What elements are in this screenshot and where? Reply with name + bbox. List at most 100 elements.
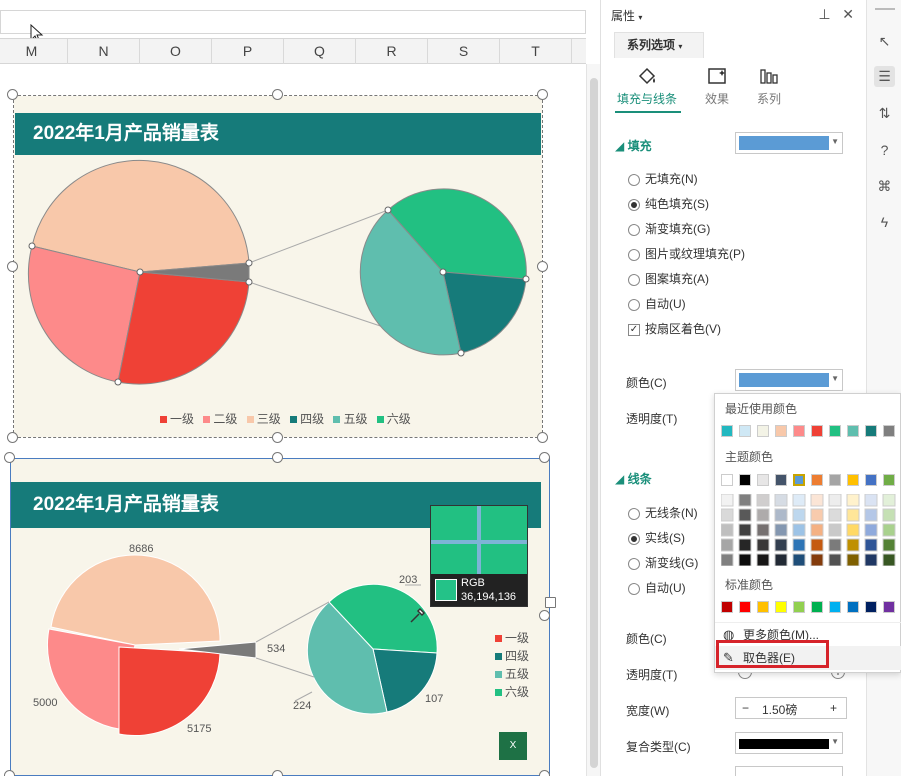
color-swatch[interactable] xyxy=(739,601,751,613)
tab-series-options[interactable]: 系列选项 ▾ xyxy=(614,32,704,58)
radio-picture-fill[interactable]: 图片或纹理填充(P) xyxy=(628,245,745,262)
resize-handle[interactable] xyxy=(272,452,283,463)
line-section-header[interactable]: ◢ 线条 xyxy=(615,470,652,487)
sort-icon[interactable]: ⇅ xyxy=(874,103,895,124)
resize-handle[interactable] xyxy=(7,261,18,272)
data-label[interactable]: 203 xyxy=(399,574,417,586)
width-stepper[interactable]: − 1.50磅 + xyxy=(735,697,847,719)
compound-type-dropdown[interactable]: ▼ xyxy=(735,732,843,754)
resize-handle[interactable] xyxy=(537,261,548,272)
spreadsheet-area[interactable]: M N O P Q R S T 2022年1月产品销量表 一级 二级 三级 四级… xyxy=(0,0,600,776)
plus-icon[interactable]: + xyxy=(830,701,837,715)
radio-auto-line[interactable]: 自动(U) xyxy=(628,579,686,596)
radio-no-fill[interactable]: 无填充(N) xyxy=(628,170,698,187)
panel-title[interactable]: 属性 ▾ xyxy=(611,7,642,24)
color-swatch[interactable] xyxy=(847,474,859,486)
data-label[interactable]: 224 xyxy=(293,700,311,712)
color-swatch[interactable] xyxy=(721,425,733,437)
checkmark-icon[interactable]: ✓ xyxy=(628,323,640,336)
radio-button[interactable] xyxy=(628,532,640,545)
resize-handle[interactable] xyxy=(537,432,548,443)
color-swatch[interactable] xyxy=(865,474,877,486)
width-value[interactable]: 1.50磅 xyxy=(762,701,797,718)
color-swatch[interactable] xyxy=(757,474,769,486)
radio-solid-line[interactable]: 实线(S) xyxy=(628,529,685,546)
color-swatch[interactable] xyxy=(775,425,787,437)
radio-button[interactable] xyxy=(628,582,640,595)
fill-color-picker[interactable]: ▼ xyxy=(735,369,843,391)
radio-gradient-line[interactable]: 渐变线(G) xyxy=(628,554,698,571)
vary-color-checkbox[interactable]: ✓ 按扇区着色(V) xyxy=(628,320,721,337)
data-label[interactable]: 5000 xyxy=(33,697,57,709)
color-swatch[interactable] xyxy=(829,474,841,486)
color-swatch[interactable] xyxy=(865,425,877,437)
radio-solid-fill[interactable]: 纯色填充(S) xyxy=(628,195,709,212)
help-icon[interactable]: ? xyxy=(874,140,895,161)
chart-legend[interactable]: 一级 四级 五级 六级 xyxy=(495,629,529,701)
next-dropdown[interactable] xyxy=(735,766,843,776)
formula-bar[interactable] xyxy=(0,10,586,34)
color-swatch[interactable] xyxy=(757,425,769,437)
resize-handle[interactable] xyxy=(272,770,283,776)
column-header[interactable]: O xyxy=(140,39,212,65)
radio-button[interactable] xyxy=(628,173,640,186)
resize-handle[interactable] xyxy=(272,89,283,100)
color-swatch[interactable] xyxy=(883,474,895,486)
color-swatch[interactable] xyxy=(847,425,859,437)
resize-handle[interactable] xyxy=(539,610,550,621)
color-swatch[interactable] xyxy=(757,601,769,613)
color-swatch[interactable] xyxy=(811,425,823,437)
column-header[interactable]: N xyxy=(68,39,140,65)
pin-icon[interactable]: ⊥ xyxy=(818,6,830,22)
column-header[interactable]: Q xyxy=(284,39,356,65)
pie-of-pie-chart[interactable] xyxy=(14,96,542,437)
radio-pattern-fill[interactable]: 图案填充(A) xyxy=(628,270,709,287)
column-header[interactable]: S xyxy=(428,39,500,65)
color-swatch[interactable] xyxy=(883,425,895,437)
column-header[interactable]: M xyxy=(0,39,68,65)
color-swatch[interactable] xyxy=(811,474,823,486)
close-icon[interactable]: ✕ xyxy=(842,6,854,22)
radio-button[interactable] xyxy=(628,223,640,236)
color-swatch[interactable] xyxy=(721,474,733,486)
vertical-scrollbar[interactable] xyxy=(586,64,600,776)
data-label[interactable]: 5175 xyxy=(187,723,211,735)
radio-auto-fill[interactable]: 自动(U) xyxy=(628,295,686,312)
radio-button[interactable] xyxy=(628,507,640,520)
color-swatch[interactable] xyxy=(847,601,859,613)
column-header[interactable]: R xyxy=(356,39,428,65)
color-swatch[interactable] xyxy=(865,601,877,613)
color-swatch[interactable] xyxy=(829,425,841,437)
chart-style-icon[interactable]: ⌘ xyxy=(874,176,895,197)
radio-no-line[interactable]: 无线条(N) xyxy=(628,504,698,521)
resize-handle[interactable] xyxy=(4,452,15,463)
color-swatch[interactable] xyxy=(793,601,805,613)
resize-handle[interactable] xyxy=(545,597,556,608)
radio-button[interactable] xyxy=(628,273,640,286)
color-swatch[interactable] xyxy=(739,474,751,486)
theme-tint-grid[interactable] xyxy=(721,494,897,566)
color-swatch-selected[interactable] xyxy=(793,474,805,486)
color-swatch[interactable] xyxy=(793,425,805,437)
minus-icon[interactable]: − xyxy=(742,701,749,715)
radio-button[interactable] xyxy=(628,198,640,211)
resize-handle[interactable] xyxy=(539,770,550,776)
fill-color-dropdown[interactable]: ▼ xyxy=(735,132,843,154)
resize-handle[interactable] xyxy=(272,432,283,443)
data-label[interactable]: 8686 xyxy=(129,543,153,555)
data-label[interactable]: 534 xyxy=(267,643,285,655)
radio-button[interactable] xyxy=(628,298,640,311)
data-label[interactable]: 107 xyxy=(425,693,443,705)
resize-handle[interactable] xyxy=(4,770,15,776)
column-header[interactable]: T xyxy=(500,39,572,65)
resize-handle[interactable] xyxy=(7,89,18,100)
chart-legend[interactable]: 一级 二级 三级 四级 五级 六级 xyxy=(154,410,411,427)
color-swatch[interactable] xyxy=(883,601,895,613)
color-swatch[interactable] xyxy=(775,474,787,486)
properties-icon[interactable]: ☰ xyxy=(874,66,895,87)
resize-handle[interactable] xyxy=(539,452,550,463)
column-header[interactable]: P xyxy=(212,39,284,65)
color-swatch[interactable] xyxy=(775,601,787,613)
select-cursor-icon[interactable]: ↖ xyxy=(874,31,895,52)
color-swatch[interactable] xyxy=(721,601,733,613)
